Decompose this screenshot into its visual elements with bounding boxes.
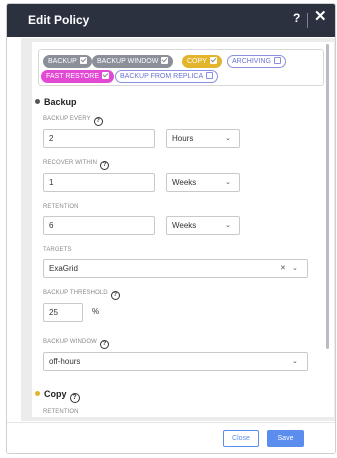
backup-section-title: Backup (35, 97, 77, 107)
backup-every-unit-value: Hours (172, 134, 194, 143)
policy-form[interactable]: BACKUP BACKUP WINDOW COPY ARCHIVING FAST… (32, 42, 334, 417)
chevron-down-icon: ⌄ (225, 222, 231, 229)
targets-select[interactable]: ExaGrid ✕ ⌄ (43, 259, 308, 278)
checkbox-icon (209, 57, 217, 64)
copy-retention-label: RETENTION (43, 409, 79, 415)
backup-window-label: BACKUP WINDOW? (43, 339, 109, 349)
checkbox-icon (102, 72, 110, 79)
edit-policy-modal: Edit Policy ? ✕ BACKUP BACKUP WINDOW COP… (6, 3, 336, 454)
recover-within-input[interactable]: 1 (43, 173, 155, 192)
chevron-down-icon: ⌄ (225, 135, 231, 142)
bullet-icon (35, 99, 40, 104)
backup-every-input[interactable]: 2 (43, 129, 155, 148)
chip-backup-window-label: BACKUP WINDOW (97, 58, 159, 65)
help-icon[interactable]: ? (100, 161, 110, 170)
clear-icon[interactable]: ✕ (280, 260, 286, 277)
chip-fast-restore[interactable]: FAST RESTORE (41, 70, 115, 83)
checkbox-icon (79, 57, 87, 64)
backup-title-text: Backup (44, 97, 77, 107)
retention-input[interactable]: 6 (43, 216, 155, 235)
targets-value: ExaGrid (49, 264, 78, 273)
retention-label: RETENTION (43, 204, 79, 210)
chip-copy[interactable]: COPY (182, 55, 222, 68)
help-icon[interactable]: ? (93, 117, 103, 126)
chevron-down-icon: ⌄ (292, 358, 298, 365)
recover-within-unit-select[interactable]: Weeks ⌄ (166, 173, 240, 192)
backup-window-select[interactable]: off-hours ⌄ (43, 352, 308, 371)
backup-every-unit-select[interactable]: Hours ⌄ (166, 129, 240, 148)
header-divider (307, 13, 308, 28)
retention-unit-value: Weeks (172, 221, 197, 230)
retention-unit-select[interactable]: Weeks ⌄ (166, 216, 240, 235)
modal-title: Edit Policy (28, 13, 90, 27)
chip-backup-from-replica[interactable]: BACKUP FROM REPLICA (115, 70, 219, 83)
policy-type-chips: BACKUP BACKUP WINDOW COPY ARCHIVING FAST… (38, 49, 324, 86)
modal-header: Edit Policy ? ✕ (7, 4, 335, 37)
chip-backup-from-replica-label: BACKUP FROM REPLICA (120, 73, 204, 80)
threshold-label: BACKUP THRESHOLD? (43, 290, 120, 300)
save-button[interactable]: Save (267, 430, 304, 447)
threshold-input[interactable]: 25 (43, 303, 83, 322)
chevron-down-icon: ⌄ (225, 179, 231, 186)
chip-backup-window[interactable]: BACKUP WINDOW (92, 55, 174, 68)
recover-within-unit-value: Weeks (172, 178, 197, 187)
checkbox-icon (273, 57, 281, 64)
chip-backup[interactable]: BACKUP (43, 55, 92, 68)
help-icon[interactable]: ? (293, 11, 300, 25)
help-icon[interactable]: ? (110, 291, 120, 300)
chip-backup-label: BACKUP (48, 58, 77, 65)
checkbox-icon (206, 72, 214, 79)
scrollbar[interactable] (326, 44, 329, 349)
help-icon[interactable]: ? (69, 393, 80, 403)
copy-section-title: Copy? (35, 389, 80, 403)
help-icon[interactable]: ? (99, 340, 109, 349)
recover-within-label: RECOVER WITHIN? (43, 160, 110, 170)
chip-fast-restore-label: FAST RESTORE (46, 73, 100, 80)
chip-copy-label: COPY (187, 58, 207, 65)
chip-archiving[interactable]: ARCHIVING (227, 55, 286, 68)
bullet-icon (35, 391, 40, 396)
checkbox-icon (161, 57, 169, 64)
chip-archiving-label: ARCHIVING (232, 58, 271, 65)
backup-every-label: BACKUP EVERY? (43, 116, 103, 126)
chevron-down-icon: ⌄ (292, 265, 298, 272)
backup-window-value: off-hours (49, 357, 81, 366)
close-icon[interactable]: ✕ (314, 9, 327, 24)
targets-label: TARGETS (43, 247, 72, 253)
threshold-unit: % (92, 307, 100, 316)
copy-title-text: Copy (44, 389, 67, 399)
close-button[interactable]: Close (223, 430, 259, 447)
modal-body: BACKUP BACKUP WINDOW COPY ARCHIVING FAST… (21, 38, 335, 421)
modal-footer: Close Save (7, 422, 335, 453)
